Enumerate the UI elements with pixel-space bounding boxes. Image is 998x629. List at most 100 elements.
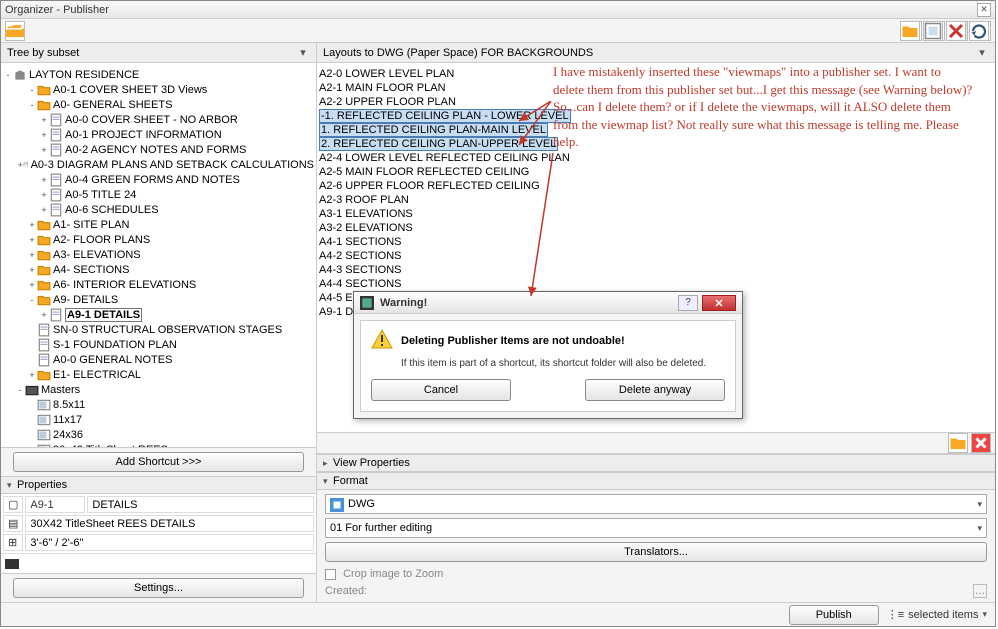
app-icon (360, 296, 374, 310)
publisher-item[interactable]: A4-1 SECTIONS (319, 235, 993, 249)
tree-item-label[interactable]: A3- ELEVATIONS (53, 249, 141, 261)
layout-icon (37, 399, 51, 411)
tree-item-label[interactable]: A0-5 TITLE 24 (65, 189, 136, 201)
tree-root-label[interactable]: LAYTON RESIDENCE (29, 69, 139, 81)
expand-toggle[interactable]: - (15, 385, 25, 395)
expand-toggle[interactable]: + (39, 310, 49, 320)
add-shortcut-button[interactable]: Add Shortcut >>> (13, 452, 305, 472)
tree-item-label[interactable]: 24x36 (53, 429, 83, 441)
tree-item-label[interactable]: A0-2 AGENCY NOTES AND FORMS (65, 144, 246, 156)
color-swatch[interactable] (5, 559, 19, 569)
publisher-item[interactable]: A2-6 UPPER FLOOR REFLECTED CEILING (319, 179, 993, 193)
tree-item-label[interactable]: A0-0 COVER SHEET - NO ARBOR (65, 114, 238, 126)
tree-item-label[interactable]: A0- GENERAL SHEETS (53, 99, 172, 111)
publisher-item[interactable]: A3-2 ELEVATIONS (319, 221, 993, 235)
publisher-item-label: A2-1 MAIN FLOOR PLAN (319, 82, 446, 94)
publisher-item[interactable]: A4-3 SECTIONS (319, 263, 993, 277)
delete-anyway-button[interactable]: Delete anyway (585, 379, 725, 401)
expand-toggle[interactable]: - (27, 295, 37, 305)
new-folder-icon[interactable] (900, 21, 920, 41)
publisher-item-label: A2-3 ROOF PLAN (319, 194, 409, 206)
tree-item-label[interactable]: SN-0 STRUCTURAL OBSERVATION STAGES (53, 324, 282, 336)
expand-toggle[interactable]: + (27, 220, 37, 230)
tree-item-label[interactable]: A0-6 SCHEDULES (65, 204, 159, 216)
crop-checkbox[interactable] (325, 569, 336, 580)
tree-mode-dropdown[interactable]: Tree by subset ▾ (1, 43, 317, 62)
expand-toggle[interactable]: + (39, 190, 49, 200)
delete-icon[interactable] (946, 21, 966, 41)
expand-toggle[interactable]: + (39, 175, 49, 185)
window-title: Organizer - Publisher (5, 4, 977, 16)
tree-item-label[interactable]: A9-1 DETAILS (65, 308, 142, 322)
tree-item-label[interactable]: A6- INTERIOR ELEVATIONS (53, 279, 196, 291)
properties-header[interactable]: ▾ Properties (1, 476, 316, 494)
folder-icon[interactable] (948, 433, 968, 453)
tree-item-label[interactable]: A0-1 PROJECT INFORMATION (65, 129, 222, 141)
tree-item-label[interactable]: A1- SITE PLAN (53, 219, 129, 231)
publish-scope-dropdown[interactable]: ⋮≡ selected items ▾ (887, 608, 987, 621)
expand-toggle[interactable]: + (39, 130, 49, 140)
properties-table: ▢A9-1DETAILS ▤30X42 TitleSheet REES DETA… (1, 494, 316, 553)
chevron-down-icon: ▾ (977, 499, 982, 510)
caret-right-icon: ▸ (323, 458, 333, 469)
expand-toggle[interactable]: - (3, 70, 13, 80)
translators-button[interactable]: Translators... (325, 542, 987, 562)
tree-item-label[interactable]: A0-0 GENERAL NOTES (53, 354, 172, 366)
folder-icon (37, 249, 51, 261)
publisher-item[interactable]: A2-4 LOWER LEVEL REFLECTED CEILING PLAN (319, 151, 993, 165)
expand-toggle[interactable]: + (39, 205, 49, 215)
view-properties-header[interactable]: ▸ View Properties (317, 454, 995, 472)
expand-toggle[interactable]: - (27, 85, 37, 95)
cancel-button[interactable]: Cancel (371, 379, 511, 401)
expand-toggle[interactable]: + (27, 280, 37, 290)
publisher-set-dropdown[interactable]: Layouts to DWG (Paper Space) FOR BACKGRO… (317, 43, 995, 62)
expand-toggle[interactable]: + (27, 235, 37, 245)
format-header[interactable]: ▾ Format (317, 472, 995, 490)
tree-item-label[interactable]: E1- ELECTRICAL (53, 369, 141, 381)
translator-preset-dropdown[interactable]: 01 For further editing ▾ (325, 518, 987, 538)
publish-button[interactable]: Publish (789, 605, 879, 625)
publisher-item-label: A2-2 UPPER FLOOR PLAN (319, 96, 456, 108)
expand-toggle[interactable]: + (27, 250, 37, 260)
dialog-help-button[interactable]: ? (678, 295, 698, 311)
layout-icon-button[interactable] (923, 21, 943, 41)
publisher-item-label: 2. REFLECTED CEILING PLAN-UPPER LEVEL (319, 137, 558, 151)
tree-item-label[interactable]: S-1 FOUNDATION PLAN (53, 339, 177, 351)
publisher-item[interactable]: A2-3 ROOF PLAN (319, 193, 993, 207)
publisher-item-label: A4-3 SECTIONS (319, 264, 402, 276)
refresh-icon[interactable] (969, 21, 989, 41)
format-type-dropdown[interactable]: DWG ▾ (325, 494, 987, 514)
expand-toggle[interactable]: + (39, 115, 49, 125)
expand-toggle[interactable]: + (39, 145, 49, 155)
delete-x-icon[interactable] (971, 433, 991, 453)
tree-item-label[interactable]: A2- FLOOR PLANS (53, 234, 150, 246)
dialog-close-button[interactable] (702, 295, 736, 311)
publisher-item[interactable]: A4-2 SECTIONS (319, 249, 993, 263)
tree-item-label[interactable]: A0-4 GREEN FORMS AND NOTES (65, 174, 240, 186)
publisher-item-label: A4-4 SECTIONS (319, 278, 402, 290)
masters-icon (25, 384, 39, 396)
chevron-down-icon: ▾ (975, 46, 989, 59)
tree-item-label[interactable]: 8.5x11 (53, 399, 85, 411)
publisher-item[interactable]: A3-1 ELEVATIONS (319, 207, 993, 221)
folder-open-icon[interactable] (5, 21, 25, 41)
expand-toggle[interactable]: + (27, 265, 37, 275)
browse-icon[interactable]: … (973, 584, 987, 598)
publisher-item[interactable]: A2-5 MAIN FLOOR REFLECTED CEILING (319, 165, 993, 179)
expand-toggle[interactable]: - (27, 100, 37, 110)
layout-tree[interactable]: - LAYTON RESIDENCE - A0-1 COVER SHEET 3D Vi… (1, 63, 316, 447)
tree-item-label[interactable]: A0-3 DIAGRAM PLANS AND SETBACK CALCULATI… (31, 159, 314, 171)
caret-down-icon: ▾ (7, 480, 17, 491)
settings-button[interactable]: Settings... (13, 578, 305, 598)
tree-item-label[interactable]: A9- DETAILS (53, 294, 118, 306)
sheet-icon (49, 174, 63, 186)
window-close-button[interactable]: ✕ (977, 3, 991, 17)
chevron-down-icon: ▾ (982, 609, 987, 620)
tree-item-label[interactable]: Masters (41, 384, 80, 396)
tree-item-label[interactable]: A0-1 COVER SHEET 3D Views (53, 84, 207, 96)
publisher-item-label: 1. REFLECTED CEILING PLAN-MAIN LEVEL (319, 123, 548, 137)
publisher-item[interactable]: A4-4 SECTIONS (319, 277, 993, 291)
tree-item-label[interactable]: A4- SECTIONS (53, 264, 129, 276)
tree-item-label[interactable]: 11x17 (53, 414, 82, 426)
expand-toggle[interactable]: + (27, 370, 37, 380)
